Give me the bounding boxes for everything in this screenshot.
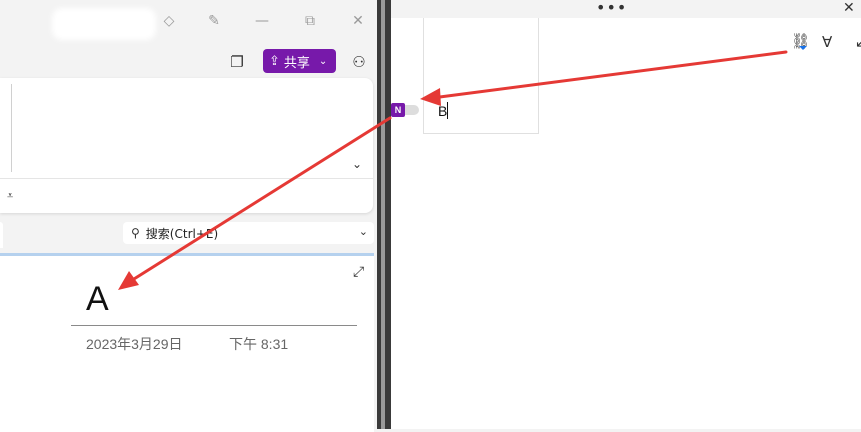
arrow-to-title-a bbox=[124, 116, 392, 286]
arrow-head-1 bbox=[420, 88, 441, 106]
arrow-to-onenote-icon bbox=[430, 50, 788, 100]
annotation-arrows bbox=[118, 50, 788, 290]
arrow-head-2 bbox=[118, 271, 139, 290]
